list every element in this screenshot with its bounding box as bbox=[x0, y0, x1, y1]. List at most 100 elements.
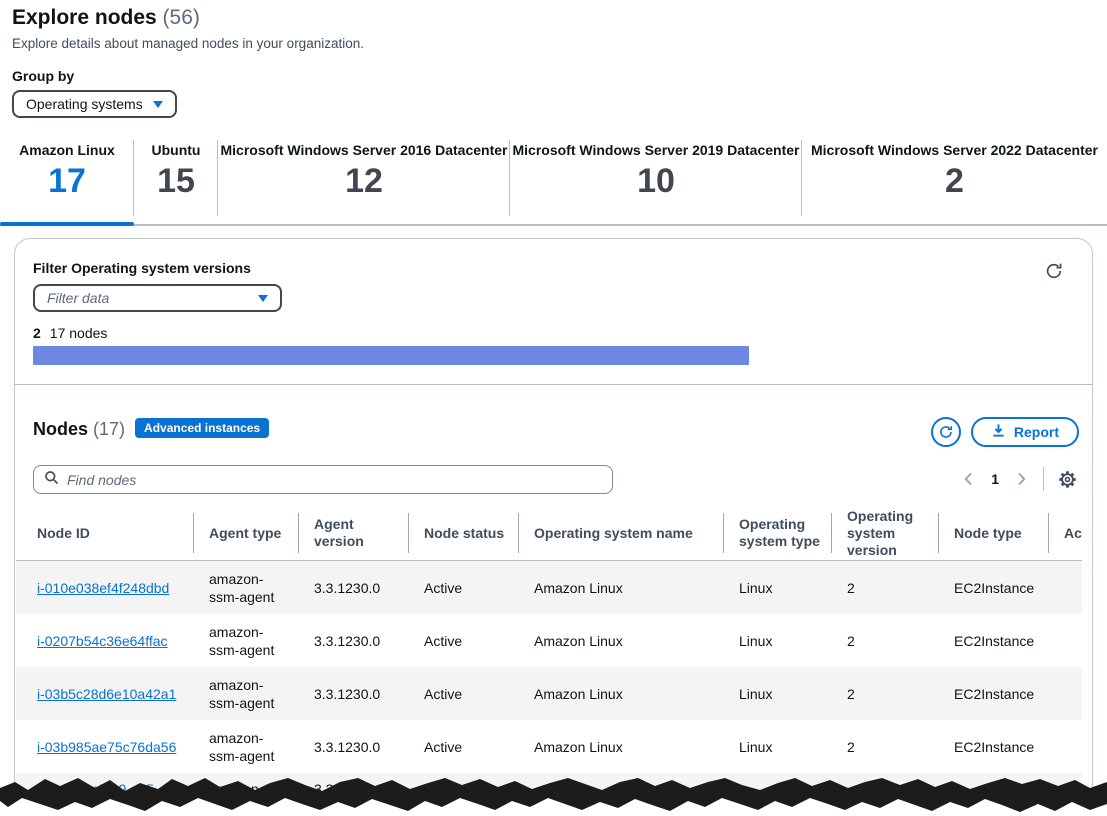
report-button[interactable]: Report bbox=[971, 417, 1079, 447]
table-row-partial: i-038fbc5905amazon-3.3.1A bbox=[16, 773, 1082, 816]
node-id-link[interactable]: i-0207b54c36e64ffac bbox=[37, 632, 168, 650]
bar-legend: 2 17 nodes bbox=[33, 325, 107, 341]
cell-account bbox=[1048, 614, 1082, 667]
group-by-select-value: Operating systems bbox=[26, 96, 143, 112]
node-id-link[interactable]: i-010e038ef4f248dbd bbox=[37, 579, 169, 597]
table-row: i-03b985ae75c76da56 amazon-ssm-agent3.3.1… bbox=[16, 720, 1082, 773]
cell-node-id: i-010e038ef4f248dbd bbox=[16, 561, 193, 614]
os-tab-label: Microsoft Windows Server 2022 Datacenter bbox=[811, 142, 1098, 158]
node-id-link-fragment[interactable]: 05 bbox=[138, 780, 154, 798]
os-tab-strip: Amazon Linux 17 Ubuntu 15 Microsoft Windows … bbox=[0, 135, 1107, 226]
chevron-down-icon bbox=[258, 295, 268, 302]
page-subtitle: Explore details about managed nodes in y… bbox=[12, 36, 364, 51]
cell-account bbox=[1048, 720, 1082, 773]
node-id-link-fragment[interactable]: 38fbc5 bbox=[65, 780, 107, 798]
os-tab-microsoft-windows-server-2016-datacenter[interactable]: Microsoft Windows Server 2016 Datacenter… bbox=[218, 135, 510, 224]
cell-os-version bbox=[831, 773, 938, 780]
cell-os-name bbox=[518, 773, 723, 780]
os-tab-count: 17 bbox=[48, 163, 86, 200]
cell-node-type: EC2Instance bbox=[938, 720, 1048, 773]
cell-agent-type: amazon-ssm-agent bbox=[193, 614, 298, 667]
cell-os-type: Linux bbox=[723, 561, 831, 614]
cell-os-version: 2 bbox=[831, 614, 938, 667]
nodes-table: Node IDAgent typeAgent versionNode statu… bbox=[16, 506, 1082, 816]
os-tab-count: 15 bbox=[157, 163, 195, 200]
report-button-label: Report bbox=[1014, 424, 1059, 440]
cell-account bbox=[1048, 773, 1082, 780]
cell-agent-version: 3.3.1230.0 bbox=[298, 561, 408, 614]
pagination-divider bbox=[1043, 467, 1044, 491]
os-tab-label: Amazon Linux bbox=[19, 142, 115, 158]
cell-node-status: Active bbox=[408, 720, 518, 773]
cell-agent-type: amazon-ssm-agent bbox=[193, 720, 298, 773]
cell-node-id: i-03b985ae75c76da56 bbox=[16, 720, 193, 773]
cell-os-name: Amazon Linux bbox=[518, 614, 723, 667]
cell-os-name: Amazon Linux bbox=[518, 667, 723, 720]
table-row: i-010e038ef4f248dbd amazon-ssm-agent3.3.1… bbox=[16, 561, 1082, 614]
cell-node-status: A bbox=[408, 773, 518, 798]
gear-icon[interactable] bbox=[1056, 468, 1079, 491]
cell-os-version: 2 bbox=[831, 667, 938, 720]
cell-os-version: 2 bbox=[831, 720, 938, 773]
next-page-button[interactable] bbox=[1011, 469, 1031, 489]
column-header-ac: Ac bbox=[1048, 506, 1082, 560]
refresh-button[interactable] bbox=[931, 417, 961, 447]
node-id-link-fragment[interactable]: 9 bbox=[119, 780, 127, 798]
download-icon bbox=[991, 423, 1006, 441]
column-header-node-type: Node type bbox=[938, 506, 1048, 560]
os-tab-microsoft-windows-server-2022-datacenter[interactable]: Microsoft Windows Server 2022 Datacenter… bbox=[802, 135, 1107, 224]
bar-legend-key: 2 bbox=[33, 325, 41, 341]
cell-node-status: Active bbox=[408, 614, 518, 667]
bar-legend-text: 17 nodes bbox=[50, 325, 108, 341]
cell-agent-type: amazon-ssm-agent bbox=[193, 561, 298, 614]
nodes-section-title: Nodes (17) Advanced instances bbox=[33, 419, 269, 441]
nodes-actions: Report bbox=[931, 417, 1079, 447]
nodes-title-count: (17) bbox=[93, 419, 125, 439]
os-tab-label: Microsoft Windows Server 2016 Datacenter bbox=[221, 142, 508, 158]
table-row: i-03b5c28d6e10a42a1 amazon-ssm-agent3.3.1… bbox=[16, 667, 1082, 720]
cell-os-type bbox=[723, 773, 831, 780]
cell-account bbox=[1048, 561, 1082, 614]
page-title-count: (56) bbox=[163, 6, 200, 29]
cell-os-type: Linux bbox=[723, 614, 831, 667]
nodes-title-text: Nodes bbox=[33, 419, 88, 439]
cell-node-type: EC2Instance bbox=[938, 667, 1048, 720]
page-number[interactable]: 1 bbox=[985, 471, 1005, 487]
previous-page-button[interactable] bbox=[959, 469, 979, 489]
refresh-icon[interactable] bbox=[1044, 261, 1064, 286]
search-icon bbox=[44, 470, 59, 490]
pagination: 1 bbox=[959, 467, 1079, 491]
os-version-bar[interactable] bbox=[33, 346, 749, 365]
cell-node-id: i-03b5c28d6e10a42a1 bbox=[16, 667, 193, 720]
node-id-link-fragment[interactable]: i-0 bbox=[37, 780, 53, 798]
cell-agent-version: 3.3.1230.0 bbox=[298, 667, 408, 720]
os-tab-amazon-linux[interactable]: Amazon Linux 17 bbox=[0, 135, 134, 224]
column-header-agent-type: Agent type bbox=[193, 506, 298, 560]
cell-os-name: Amazon Linux bbox=[518, 720, 723, 773]
table-header-row: Node IDAgent typeAgent versionNode statu… bbox=[16, 506, 1082, 561]
cell-node-type: EC2Instance bbox=[938, 561, 1048, 614]
cell-agent-version: 3.3.1230.0 bbox=[298, 720, 408, 773]
node-id-link[interactable]: i-03b5c28d6e10a42a1 bbox=[37, 685, 176, 703]
search-input[interactable] bbox=[67, 472, 602, 488]
group-by-select[interactable]: Operating systems bbox=[12, 90, 177, 118]
cell-agent-type: amazon- bbox=[193, 773, 298, 798]
cell-agent-type: amazon-ssm-agent bbox=[193, 667, 298, 720]
find-nodes-search[interactable] bbox=[33, 465, 613, 494]
os-tab-microsoft-windows-server-2019-datacenter[interactable]: Microsoft Windows Server 2019 Datacenter… bbox=[510, 135, 802, 224]
os-tab-count: 10 bbox=[637, 163, 675, 200]
os-tab-label: Microsoft Windows Server 2019 Datacenter bbox=[513, 142, 800, 158]
node-id-link[interactable]: i-03b985ae75c76da56 bbox=[37, 738, 176, 756]
os-tab-ubuntu[interactable]: Ubuntu 15 bbox=[134, 135, 218, 224]
nodes-card: Filter Operating system versions Filter … bbox=[14, 238, 1093, 816]
column-header-operating-system-name: Operating system name bbox=[518, 506, 723, 560]
chevron-down-icon bbox=[153, 101, 163, 108]
os-tab-label: Ubuntu bbox=[152, 142, 201, 158]
advanced-instances-badge: Advanced instances bbox=[135, 418, 269, 438]
cell-os-name: Amazon Linux bbox=[518, 561, 723, 614]
column-header-node-id: Node ID bbox=[16, 506, 193, 560]
column-header-agent-version: Agent version bbox=[298, 506, 408, 560]
cell-account bbox=[1048, 667, 1082, 720]
filter-data-select[interactable]: Filter data bbox=[33, 284, 282, 312]
active-tab-underline bbox=[0, 222, 134, 226]
